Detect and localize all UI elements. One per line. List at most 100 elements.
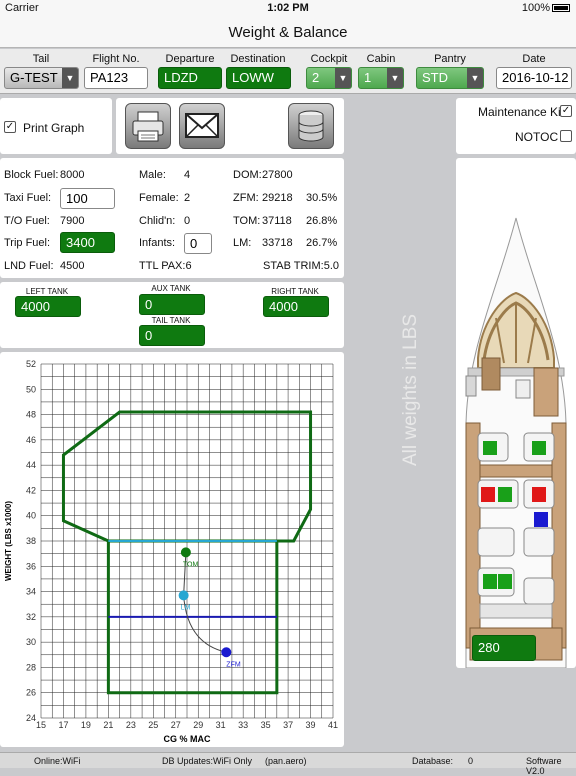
female-value: 2 (184, 192, 191, 204)
x-tick-label: 37 (283, 720, 293, 730)
cg-point-label: ZFM (226, 661, 241, 668)
y-tick-label: 44 (26, 460, 36, 470)
flight-header: Tail G-TEST ▼ Flight No. PA123 Departure … (0, 49, 576, 94)
lnd-fuel-label: LND Fuel: (4, 260, 54, 272)
actions-panel (116, 98, 344, 154)
fuel-tanks-panel: LEFT TANK 4000 AUX TANK 0 TAIL TANK 0 RI… (0, 282, 344, 348)
aux-tank-label: AUX TANK (151, 284, 191, 293)
x-tick-label: 41 (328, 720, 338, 730)
flight-no-label: Flight No. (92, 53, 140, 65)
cabin-label: Cabin (366, 53, 396, 65)
trip-fuel-label: Trip Fuel: (4, 237, 51, 249)
y-tick-label: 46 (26, 435, 36, 445)
chevron-down-icon: ▼ (62, 68, 78, 88)
battery-status: 100% (522, 2, 570, 14)
right-tank-input[interactable]: 4000 (263, 296, 329, 317)
documents-panel: Maintenance Kit ✓ NOTOC (456, 98, 576, 154)
trip-fuel-input[interactable]: 3400 (60, 232, 115, 253)
print-graph-checkbox[interactable]: ✓ (4, 121, 16, 133)
infants-label: Infants: (139, 237, 176, 249)
x-tick-label: 27 (171, 720, 181, 730)
departure-label: Departure (165, 53, 215, 65)
infants-input[interactable]: 0 (184, 233, 212, 254)
software-version: Software V2.0 (526, 756, 562, 776)
departure-field[interactable]: LDZD (158, 67, 222, 89)
lnd-fuel-value: 4500 (60, 260, 85, 272)
cockpit-select[interactable]: 2 ▼ (306, 67, 352, 89)
y-tick-label: 26 (26, 688, 36, 698)
cg-point-tom (180, 547, 191, 558)
domain-label: (pan.aero) (265, 756, 307, 766)
male-value: 4 (184, 169, 191, 181)
female-label: Female: (139, 192, 179, 204)
battery-icon (552, 4, 570, 13)
children-label: Chlid'n: (139, 215, 176, 227)
print-graph-label: Print Graph (23, 121, 85, 135)
cg-point-label: LM (181, 604, 191, 611)
zfm-label: ZFM: (233, 192, 259, 204)
y-tick-label: 30 (26, 637, 36, 647)
tom-label: TOM: (233, 215, 261, 227)
cabin-select[interactable]: 1 ▼ (358, 67, 404, 89)
taxi-fuel-label: Taxi Fuel: (4, 192, 52, 204)
database-button[interactable] (288, 103, 334, 149)
pantry-select[interactable]: STD ▼ (416, 67, 484, 89)
cg-point-label: TOM (183, 561, 199, 568)
stab-trim: STAB TRIM:5.0 (263, 260, 340, 272)
date-field[interactable]: 2016-10-12 (496, 67, 572, 89)
y-tick-label: 40 (26, 511, 36, 521)
maintenance-kit-label: Maintenance Kit (478, 105, 565, 119)
y-tick-label: 24 (26, 713, 36, 723)
y-tick-label: 42 (26, 485, 36, 495)
x-tick-label: 33 (238, 720, 248, 730)
to-fuel-value: 7900 (60, 215, 85, 227)
y-tick-label: 32 (26, 612, 36, 622)
block-fuel-value: 8000 (60, 169, 85, 181)
x-tick-label: 23 (126, 720, 136, 730)
notoc-checkbox[interactable] (560, 130, 572, 142)
left-tank-input[interactable]: 4000 (15, 296, 81, 317)
x-tick-label: 15 (36, 720, 46, 730)
right-tank-label: RIGHT TANK (271, 287, 319, 296)
print-graph-panel: ✓ Print Graph (0, 98, 112, 154)
zfm-percent: 30.5% (306, 192, 338, 204)
left-tank-label: LEFT TANK (25, 287, 69, 296)
cg-envelope-chart: 15 17 19 21 23 25 27 29 31 33 35 37 39 41 24 26 28 30 32 34… (4, 359, 338, 744)
cg-point-zfm (221, 647, 232, 658)
x-tick-label: 31 (216, 720, 226, 730)
y-tick-label: 28 (26, 662, 36, 672)
flight-no-input[interactable]: PA123 (84, 67, 148, 89)
status-footer: Online:WiFi DB Updates:WiFi Only (pan.ae… (0, 752, 576, 776)
cabin-baggage-input[interactable]: 280 (472, 635, 536, 661)
aircraft-cabin-diagram[interactable] (456, 158, 576, 669)
maintenance-kit-checkbox[interactable]: ✓ (560, 105, 572, 117)
aux-tank-input[interactable]: 0 (139, 294, 205, 315)
envelope-icon (185, 113, 219, 138)
destination-field[interactable]: LOWW (226, 67, 291, 89)
x-tick-label: 21 (103, 720, 113, 730)
status-bar: Carrier 1:02 PM 100% (0, 0, 576, 18)
cg-point-lm (178, 590, 189, 601)
print-button[interactable] (125, 103, 171, 149)
db-updates-status: DB Updates:WiFi Only (162, 756, 253, 766)
to-fuel-label: T/O Fuel: (4, 215, 50, 227)
email-button[interactable] (179, 103, 225, 149)
x-tick-label: 25 (148, 720, 158, 730)
y-tick-label: 48 (26, 410, 36, 420)
taxi-fuel-input[interactable]: 100 (60, 188, 115, 209)
database-label: Database: (412, 756, 454, 766)
tail-select[interactable]: G-TEST ▼ (4, 67, 79, 89)
tail-label: Tail (32, 53, 50, 65)
online-status: Online:WiFi (34, 756, 81, 766)
tom-value: 37118 (262, 215, 292, 227)
clock: 1:02 PM (267, 2, 309, 14)
x-tick-label: 17 (58, 720, 68, 730)
database-value: 0 (468, 756, 474, 766)
x-tick-label: 35 (261, 720, 271, 730)
tail-tank-input[interactable]: 0 (139, 325, 205, 346)
children-value: 0 (184, 215, 191, 227)
y-tick-label: 36 (26, 561, 36, 571)
date-label: Date (522, 53, 546, 65)
chevron-down-icon: ▼ (467, 68, 483, 88)
lm-percent: 26.7% (306, 237, 338, 249)
